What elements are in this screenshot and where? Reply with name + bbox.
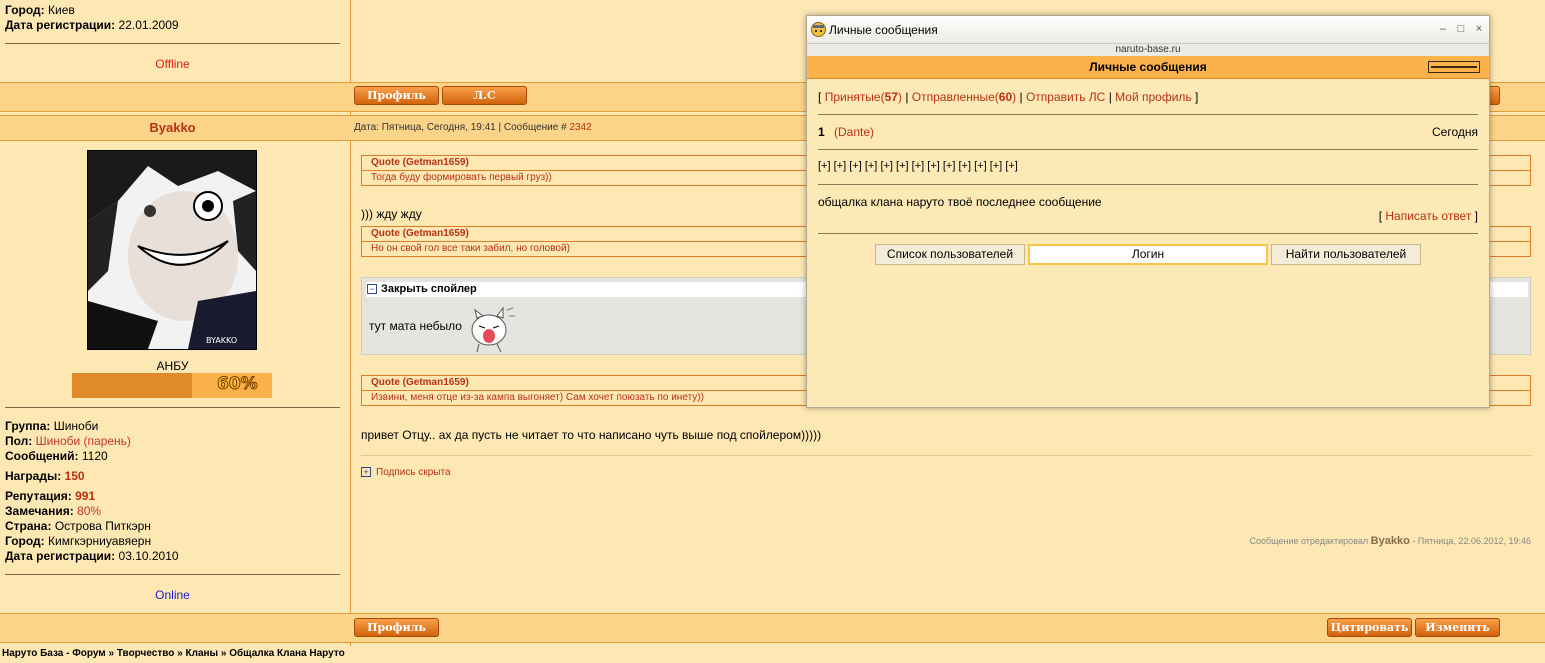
separator xyxy=(361,455,1531,456)
separator xyxy=(5,43,340,44)
quote-button[interactable]: Цитировать xyxy=(1327,618,1412,637)
separator xyxy=(818,114,1478,115)
svg-text:BYAKKO: BYAKKO xyxy=(206,336,237,345)
expand-link[interactable]: [+] xyxy=(834,160,847,172)
spoiler-title[interactable]: Закрыть спойлер xyxy=(381,283,477,295)
expand-icon[interactable]: + xyxy=(361,467,371,477)
pm-inbox-link[interactable]: Принятые(57) xyxy=(825,90,902,104)
post-text: привет Отцу.. ах да пусть не читает то ч… xyxy=(361,428,822,442)
user-sex-row: Пол: Шиноби (парень) xyxy=(5,434,131,448)
pm-send-link[interactable]: Отправить ЛС xyxy=(1026,90,1105,104)
expand-link[interactable]: [+] xyxy=(927,160,940,172)
post-text: ))) жду жду xyxy=(361,207,422,221)
popup-window-control[interactable] xyxy=(1428,61,1480,73)
expand-link[interactable]: [+] xyxy=(912,160,925,172)
expand-link[interactable]: [+] xyxy=(990,160,1003,172)
user-city-row: Город: Киев xyxy=(5,3,75,17)
profile-button[interactable]: Профиль xyxy=(354,618,439,637)
post-username[interactable]: Byakko xyxy=(0,120,345,135)
user-rank: АНБУ xyxy=(156,359,189,373)
user-status-offline: Offline xyxy=(155,57,190,71)
breadcrumb-item[interactable]: Общалка Клана Наруто xyxy=(229,648,345,659)
expand-link[interactable]: [+] xyxy=(896,160,909,172)
rank-progress-fill xyxy=(72,373,192,398)
breadcrumb: Наруто База - Форум » Творчество » Кланы… xyxy=(2,648,345,659)
expand-link[interactable]: [+] xyxy=(1005,160,1018,172)
pm-profile-link[interactable]: Мой профиль xyxy=(1115,90,1192,104)
login-input[interactable]: Логин xyxy=(1028,244,1268,265)
post-footer-bar xyxy=(0,614,1545,642)
pm-reply-link[interactable]: Написать ответ xyxy=(1385,209,1471,223)
pm-message-number: 1 xyxy=(818,125,825,139)
popup-domain: naruto-base.ru xyxy=(807,44,1489,56)
pm-expanders: [+] [+] [+] [+] [+] [+] [+] [+] [+] [+] … xyxy=(818,160,1018,172)
user-reg-row: Дата регистрации: 22.01.2009 xyxy=(5,18,179,32)
breadcrumb-item[interactable]: Творчество xyxy=(117,648,175,659)
pm-reply: [ Написать ответ ] xyxy=(1378,209,1478,223)
pm-message-text: общалка клана наруто твоё последнее сооб… xyxy=(818,195,1102,209)
popup-header-bar: Личные сообщения xyxy=(807,56,1489,79)
pm-message-author[interactable]: (Dante) xyxy=(834,125,874,139)
user-city-row: Город: Кимгкэрниуавяерн xyxy=(5,534,152,548)
row-divider xyxy=(0,642,1545,643)
user-status-online: Online xyxy=(155,588,190,602)
separator xyxy=(818,233,1478,234)
naruto-icon xyxy=(811,22,826,37)
user-warn-row: Замечания: 80% xyxy=(5,504,102,518)
pm-message-date: Сегодня xyxy=(1432,125,1478,139)
signature-hidden-label[interactable]: Подпись скрыта xyxy=(376,467,451,478)
find-users-button[interactable]: Найти пользователей xyxy=(1271,244,1421,265)
minimize-icon[interactable]: – xyxy=(1437,23,1449,35)
expand-link[interactable]: [+] xyxy=(974,160,987,172)
spoiler-text: тут мата небыло xyxy=(369,319,462,333)
user-awards-row: Награды: 150 xyxy=(5,469,85,483)
edit-button[interactable]: Изменить xyxy=(1415,618,1500,637)
expand-link[interactable]: [+] xyxy=(958,160,971,172)
rank-progress-label: 60% xyxy=(217,374,259,395)
post-header: Дата: Пятница, Сегодня, 19:41 | Сообщени… xyxy=(354,122,592,133)
expand-link[interactable]: [+] xyxy=(849,160,862,172)
popup-header: Личные сообщения xyxy=(1089,60,1207,74)
expand-link[interactable]: [+] xyxy=(880,160,893,172)
emoticon-icon xyxy=(471,306,515,353)
user-rep-row: Репутация: 991 xyxy=(5,489,96,503)
expand-link[interactable]: [+] xyxy=(818,160,831,172)
pm-button[interactable]: Л.С xyxy=(442,86,527,105)
popup-title: Личные сообщения xyxy=(829,23,938,37)
pm-sent-link[interactable]: Отправленные(60) xyxy=(912,90,1016,104)
popup-titlebar[interactable]: Личные сообщения – □ × xyxy=(807,16,1489,44)
column-divider xyxy=(350,0,351,82)
user-country-row: Страна: Острова Питкэрн xyxy=(5,519,151,533)
pm-nav: [ Принятые(57) | Отправленные(60) | Отпр… xyxy=(818,90,1199,104)
separator xyxy=(5,574,340,575)
profile-button[interactable]: Профиль xyxy=(354,86,439,105)
user-posts-row: Сообщений: 1120 xyxy=(5,449,108,463)
expand-link[interactable]: [+] xyxy=(943,160,956,172)
rank-progress-bar: 60% xyxy=(72,373,272,398)
close-icon[interactable]: × xyxy=(1473,23,1485,35)
user-list-button[interactable]: Список пользователей xyxy=(875,244,1025,265)
pm-popup-window: Личные сообщения – □ × naruto-base.ru Ли… xyxy=(806,15,1490,408)
separator xyxy=(5,407,340,408)
expand-link[interactable]: [+] xyxy=(865,160,878,172)
edited-note: Сообщение отредактировал Byakko - Пятниц… xyxy=(1249,535,1531,547)
breadcrumb-item[interactable]: Кланы xyxy=(185,648,218,659)
avatar-image: BYAKKO xyxy=(88,151,256,349)
user-group-row: Группа: Шиноби xyxy=(5,419,99,433)
avatar: BYAKKO xyxy=(87,150,257,350)
collapse-icon[interactable]: − xyxy=(367,284,377,294)
separator xyxy=(818,184,1478,185)
edited-user[interactable]: Byakko xyxy=(1371,535,1410,547)
post-number[interactable]: 2342 xyxy=(569,122,591,133)
breadcrumb-item[interactable]: Наруто База - Форум xyxy=(2,648,106,659)
maximize-icon[interactable]: □ xyxy=(1455,23,1467,35)
user-reg-row: Дата регистрации: 03.10.2010 xyxy=(5,549,179,563)
separator xyxy=(818,149,1478,150)
